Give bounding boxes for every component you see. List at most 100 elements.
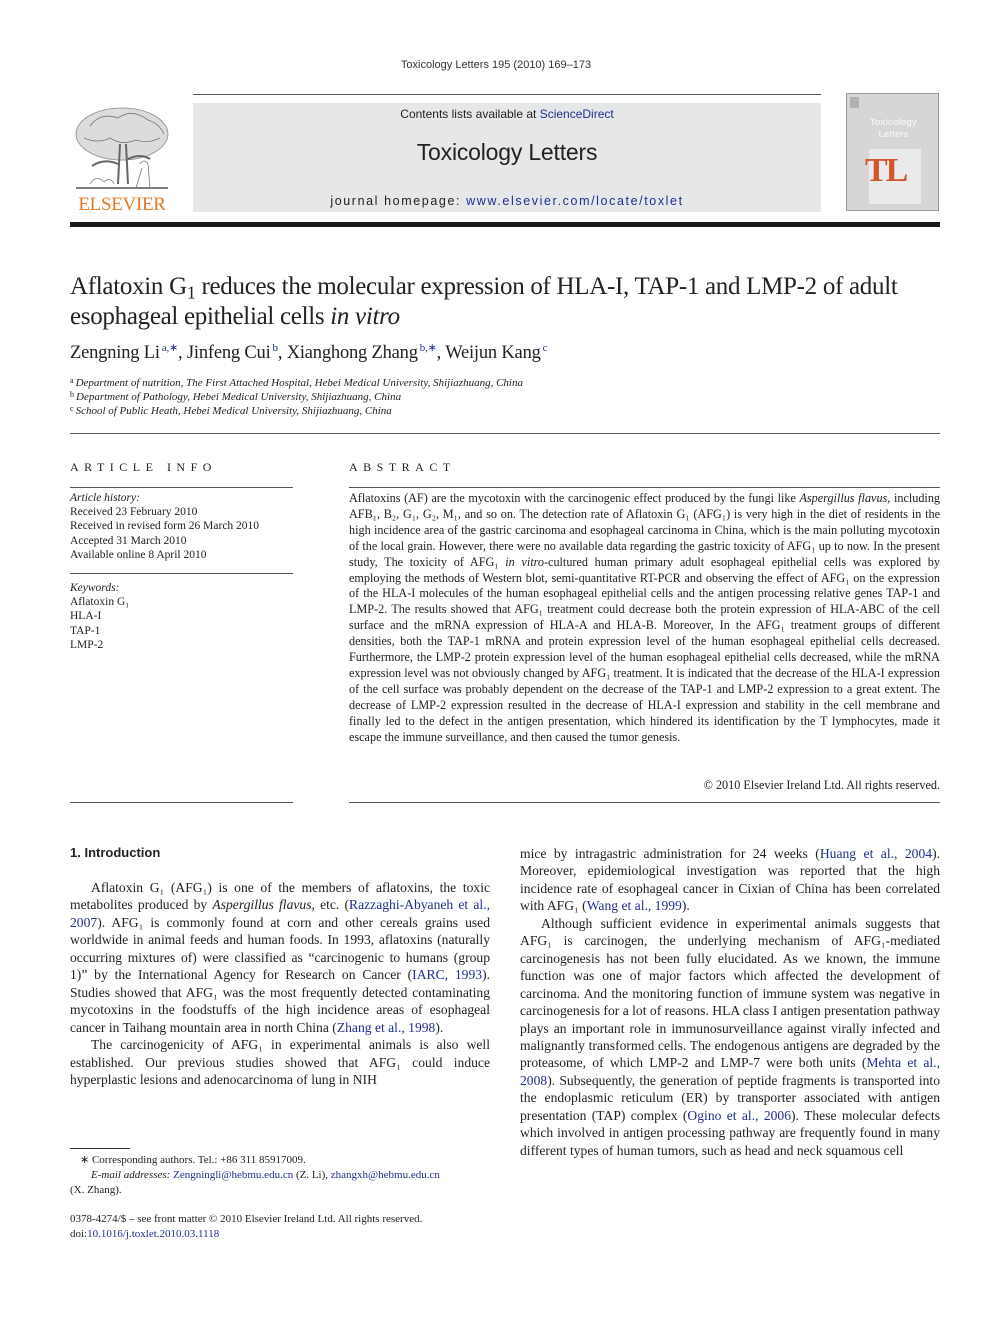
affiliation-text: Department of Pathology, Hebei Medical U… xyxy=(76,391,402,403)
cover-publisher-icon xyxy=(850,97,859,108)
cover-title-line2: Letters xyxy=(878,129,909,139)
doi-link[interactable]: 10.1016/j.toxlet.2010.03.1118 xyxy=(87,1228,219,1240)
citation-link[interactable]: Zhang et al., 1998 xyxy=(337,1020,436,1035)
citation-link[interactable]: IARC, 1993 xyxy=(412,967,482,982)
affiliation-marker[interactable]: a,∗ xyxy=(162,342,178,354)
cover-title: Toxicology Letters xyxy=(847,116,940,140)
title-text: Aflatoxin G xyxy=(70,273,187,300)
keywords: Keywords: Aflatoxin G₁ HLA-I TAP-1 LMP-2 xyxy=(70,581,129,652)
author-name[interactable]: Weijun Kang xyxy=(445,343,541,363)
affiliations: a Department of nutrition, The First Atta… xyxy=(70,376,523,418)
section-divider xyxy=(70,433,940,434)
history-items: Received 23 February 2010 Received in rev… xyxy=(70,505,259,562)
email-link-zhang[interactable]: zhangxh@hebmu.edu.cn xyxy=(331,1169,440,1181)
citation-link[interactable]: Huang et al., 2004 xyxy=(820,846,932,861)
contents-line: Contents lists available at ScienceDirec… xyxy=(193,107,821,121)
introduction-heading: 1. Introduction xyxy=(70,845,161,860)
citation-link[interactable]: Ogino et al., 2006 xyxy=(687,1108,791,1123)
keyword-item: LMP-2 xyxy=(70,638,104,651)
citation-link[interactable]: Wang et al., 1999 xyxy=(587,898,682,913)
affiliation-mark: c xyxy=(70,404,74,413)
history-label: Article history: xyxy=(70,492,140,504)
corresponding-author-note: ∗ Corresponding authors. Tel.: +86 311 8… xyxy=(80,1154,306,1166)
italic-text: in vitro xyxy=(505,554,544,569)
text-run: , etc. ( xyxy=(311,897,350,913)
affiliation-text: Department of nutrition, The First Attac… xyxy=(75,377,523,389)
history-item: Received 23 February 2010 xyxy=(70,506,198,519)
journal-title: Toxicology Letters xyxy=(416,139,598,165)
abstract-body: Aflatoxins (AF) are the mycotoxin with t… xyxy=(349,491,940,746)
email-line: E-mail addresses: Zengningli@hebmu.edu.c… xyxy=(70,1168,490,1183)
author-name[interactable]: Xianghong Zhang xyxy=(287,343,418,363)
homepage-line: journal homepage: www.elsevier.com/locat… xyxy=(193,194,821,208)
article-info-rule xyxy=(70,573,293,574)
header-rule xyxy=(193,94,821,95)
history-item: Available online 8 April 2010 xyxy=(70,548,207,561)
history-item: Received in revised form 26 March 2010 xyxy=(70,520,260,533)
contents-prefix: Contents lists available at xyxy=(400,107,540,121)
issn-line: 0378-4274/$ – see front matter © 2010 El… xyxy=(70,1213,423,1225)
footnote-rule xyxy=(70,1148,130,1149)
email-label: E-mail addresses: xyxy=(91,1169,171,1182)
paper-title: Aflatoxin G1 reduces the molecular expre… xyxy=(70,272,940,332)
affiliation-marker[interactable]: c xyxy=(543,342,548,354)
doi-line: doi:10.1016/j.toxlet.2010.03.1118 xyxy=(70,1227,490,1242)
article-history: Article history: Received 23 February 20… xyxy=(70,491,259,562)
doi-prefix: doi: xyxy=(70,1228,88,1241)
title-italic: in vitro xyxy=(330,303,400,330)
footnotes: ∗ Corresponding authors. Tel.: +86 311 8… xyxy=(70,1153,490,1199)
history-item: Accepted 31 March 2010 xyxy=(70,534,187,547)
text-run: Although sufficient evidence in experime… xyxy=(520,915,940,1071)
author-separator: , xyxy=(436,343,446,363)
sciencedirect-link[interactable]: ScienceDirect xyxy=(540,107,614,121)
body-paragraph: mice by intragastric administration for … xyxy=(520,845,940,915)
article-info-rule xyxy=(70,487,293,488)
author-separator: , xyxy=(178,343,187,363)
journal-homepage-link[interactable]: www.elsevier.com/locate/toxlet xyxy=(466,194,684,208)
keyword-item: HLA-I xyxy=(70,610,102,623)
text-run: ). xyxy=(681,898,690,914)
running-head: Toxicology Letters 195 (2010) 169–173 xyxy=(400,59,592,71)
cover-title-line1: Toxicology xyxy=(870,117,917,127)
body-column-left: Aflatoxin G₁ (AFG₁) is one of the member… xyxy=(70,879,490,1088)
body-paragraph: Aflatoxin G₁ (AFG₁) is one of the member… xyxy=(70,879,490,1036)
keyword-item: TAP-1 xyxy=(70,624,101,637)
affiliation-item: b Department of Pathology, Hebei Medical … xyxy=(70,390,523,404)
affiliation-item: c School of Public Heath, Hebei Medical U… xyxy=(70,404,523,418)
affiliation-mark: a xyxy=(70,376,74,385)
affiliation-mark: b xyxy=(70,390,74,399)
keyword-item: Aflatoxin G₁ xyxy=(70,596,130,609)
publisher-name: ELSEVIER xyxy=(78,194,166,215)
email-link-li[interactable]: Zengningli@hebmu.edu.cn xyxy=(173,1169,293,1181)
journal-masthead: Contents lists available at ScienceDirec… xyxy=(193,103,821,212)
masthead-divider xyxy=(70,222,940,227)
abstract-copyright: © 2010 Elsevier Ireland Ltd. All rights … xyxy=(703,778,940,792)
homepage-prefix: journal homepage: xyxy=(330,194,467,208)
text-run: ). xyxy=(435,1019,444,1035)
article-info-rule xyxy=(70,802,293,803)
affiliation-marker[interactable]: b,∗ xyxy=(420,342,437,354)
issn-block: 0378-4274/$ – see front matter © 2010 El… xyxy=(70,1212,490,1242)
text-run: Aflatoxins (AF) are the mycotoxin with t… xyxy=(349,491,800,505)
text-run: The carcinogenicity of AFG₁ in experimen… xyxy=(70,1037,490,1087)
keywords-label: Keywords: xyxy=(70,582,120,594)
body-column-right: mice by intragastric administration for … xyxy=(520,845,940,1159)
article-info-heading: ARTICLE INFO xyxy=(70,460,217,474)
author-separator: , xyxy=(277,343,287,363)
cover-monogram: TL xyxy=(865,152,908,189)
text-run: -cultured human primary adult esophageal… xyxy=(349,554,940,744)
journal-cover-thumbnail: Toxicology Letters TL xyxy=(846,93,939,211)
affiliation-item: a Department of nutrition, The First Atta… xyxy=(70,376,523,390)
author-list: Zengning Li a,∗, Jinfeng Cui b, Xianghong … xyxy=(70,342,548,364)
text-run: mice by intragastric administration for … xyxy=(520,846,820,861)
keyword-items: Aflatoxin G₁ HLA-I TAP-1 LMP-2 xyxy=(70,595,129,652)
abstract-rule xyxy=(349,802,940,803)
abstract-heading: ABSTRACT xyxy=(349,460,456,474)
italic-text: Aspergillus flavus xyxy=(212,897,312,913)
author-name[interactable]: Jinfeng Cui xyxy=(187,343,271,363)
email-owner-li: (Z. Li), xyxy=(293,1169,331,1182)
body-paragraph: Although sufficient evidence in experime… xyxy=(520,915,940,1159)
italic-text: Aspergillus flavus xyxy=(799,491,888,505)
author-name[interactable]: Zengning Li xyxy=(70,343,160,363)
affiliation-text: School of Public Heath, Hebei Medical Un… xyxy=(75,405,392,417)
